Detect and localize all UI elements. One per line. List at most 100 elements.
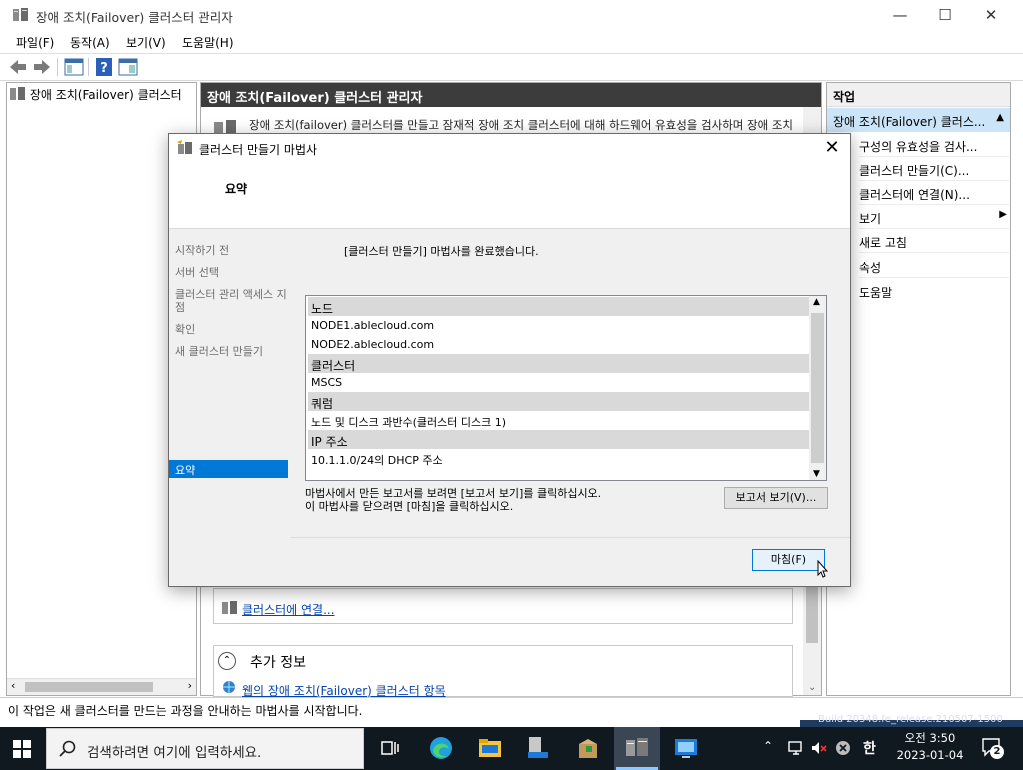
failover-cluster-manager-icon[interactable] <box>623 734 651 762</box>
action-properties[interactable]: 속성 <box>859 254 1009 278</box>
collapse-up-icon[interactable]: ▲ <box>996 112 1004 123</box>
center-header: 장애 조치(Failover) 클러스터 관리자 <box>201 83 821 107</box>
file-explorer-icon[interactable] <box>476 734 504 762</box>
step-create-new-cluster[interactable]: 새 클러스터 만들기 <box>175 345 290 358</box>
menu-action[interactable]: 동작(A) <box>70 34 110 51</box>
action-validate-configuration[interactable]: 구성의 유효성을 검사... <box>859 133 1009 157</box>
wizard-steps-nav: 시작하기 전 서버 선택 클러스터 관리 액세스 지점 확인 새 클러스터 만들… <box>169 229 290 586</box>
scroll-up-icon[interactable]: ▲ <box>813 297 820 307</box>
actions-header: 작업 <box>827 83 1010 107</box>
summary-value: 10.1.1.0/24의 DHCP 주소 <box>311 454 443 467</box>
remote-desktop-icon[interactable] <box>672 734 700 762</box>
footer-divider <box>290 537 850 538</box>
volume-muted-icon[interactable] <box>810 739 828 757</box>
windows-start-icon[interactable] <box>13 740 31 758</box>
horizontal-scrollbar[interactable]: ‹ › <box>7 678 196 695</box>
wizard-step-heading: 요약 <box>225 182 248 196</box>
cluster-icon <box>10 87 25 100</box>
completion-message: [클러스터 만들기] 마법사를 완료했습니다. <box>344 245 539 258</box>
dialog-title: 클러스터 만들기 마법사 <box>199 143 318 157</box>
more-info-box: ⌃ 추가 정보 웹의 장애 조치(Failover) 클러스터 항목 <box>213 645 793 698</box>
connect-cluster-link[interactable]: 클러스터에 연결... <box>242 601 335 618</box>
scroll-right-icon[interactable]: › <box>188 679 192 692</box>
title-bar: 장애 조치(Failover) 클러스터 관리자 — ☐ ✕ <box>0 0 1023 30</box>
network-icon[interactable] <box>787 739 805 757</box>
notification-count-badge: 2 <box>990 745 1004 759</box>
menu-file[interactable]: 파일(F) <box>16 34 54 51</box>
package-icon[interactable] <box>574 734 602 762</box>
action-help[interactable]: 도움말 <box>859 279 1009 303</box>
server-manager-icon[interactable] <box>524 734 552 762</box>
step-confirmation[interactable]: 확인 <box>175 323 290 336</box>
action-create-cluster[interactable]: 클러스터 만들기(C)... <box>859 157 1009 181</box>
minimize-button[interactable]: — <box>877 0 923 30</box>
actions-box: 클러스터에 연결... <box>213 588 793 624</box>
tree-node-failover-cluster[interactable]: 장애 조치(Failover) 클러스터 <box>10 86 182 103</box>
cluster-manager-icon <box>13 8 28 21</box>
edge-browser-icon[interactable] <box>427 734 455 762</box>
menu-help[interactable]: 도움말(H) <box>182 34 234 51</box>
summary-value: NODE1.ablecloud.com <box>311 319 435 332</box>
tree-node-label: 장애 조치(Failover) 클러스터 <box>29 88 182 102</box>
action-pane-icon[interactable] <box>118 57 138 77</box>
summary-value: NODE2.ablecloud.com <box>311 338 435 351</box>
action-view[interactable]: 보기 ▶ <box>859 205 1009 229</box>
collapse-icon[interactable]: ⌃ <box>218 652 236 670</box>
error-status-icon[interactable] <box>834 739 852 757</box>
summary-group-header: 노드 <box>308 297 810 316</box>
more-info-title: 추가 정보 <box>250 655 306 671</box>
scroll-left-icon[interactable]: ‹ <box>11 679 15 692</box>
show-hide-tree-icon[interactable] <box>64 57 84 77</box>
clock-time: 오전 3:50 <box>904 731 956 745</box>
actions-section-label: 장애 조치(Failover) 클러스... <box>833 115 986 129</box>
summary-list: 노드 NODE1.ablecloud.com NODE2.ablecloud.c… <box>305 295 827 481</box>
actions-pane: 작업 장애 조치(Failover) 클러스... ▲ 구성의 유효성을 검사.… <box>826 82 1011 696</box>
finish-hint-line: 이 마법사를 닫으려면 [마침]을 클릭하십시오. <box>305 500 514 513</box>
toolbar-divider <box>88 58 89 76</box>
scroll-down-icon[interactable]: ▼ <box>813 469 820 479</box>
close-button[interactable]: ✕ <box>968 0 1014 30</box>
tray-overflow-icon[interactable]: ⌃ <box>763 739 773 753</box>
back-arrow-icon[interactable] <box>8 57 28 77</box>
taskbar: 검색하려면 여기에 입력하세요. ⌃ 한 오전 3:50 2023-01-04 … <box>0 727 1023 770</box>
report-hint-line: 마법사에서 만든 보고서를 보려면 [보고서 보기]를 클릭하십시오. <box>305 487 602 500</box>
finish-button[interactable]: 마침(F) <box>752 549 825 571</box>
summary-group-header: 쿼럼 <box>308 392 810 411</box>
step-access-point[interactable]: 클러스터 관리 액세스 지점 <box>175 288 287 314</box>
scroll-down-icon[interactable]: ⌄ <box>808 682 816 693</box>
step-before-you-begin[interactable]: 시작하기 전 <box>175 244 290 257</box>
menu-bar: 파일(F) 동작(A) 보기(V) 도움말(H) <box>0 30 1023 54</box>
summary-group-header: IP 주소 <box>308 430 810 449</box>
action-refresh[interactable]: 새로 고침 <box>859 229 1009 253</box>
overview-description: 장애 조치(failover) 클러스터를 만들고 잠재적 장애 조치 클러스터… <box>249 118 793 132</box>
svg-text:?: ? <box>100 61 108 76</box>
view-report-button[interactable]: 보고서 보기(V)... <box>724 487 828 509</box>
clock[interactable]: 오전 3:50 2023-01-04 <box>888 730 972 764</box>
actions-section-failover-cluster[interactable]: 장애 조치(Failover) 클러스... ▲ <box>827 108 1010 132</box>
connect-cluster-icon <box>222 601 237 614</box>
step-summary[interactable]: 요약 <box>169 460 288 478</box>
dialog-close-button[interactable]: ✕ <box>822 136 842 160</box>
build-watermark: Build 20348.fe_release.210507-1500 <box>818 714 1003 725</box>
window-title: 장애 조치(Failover) 클러스터 관리자 <box>36 10 233 25</box>
maximize-button[interactable]: ☐ <box>922 0 968 30</box>
action-view-label: 보기 <box>859 212 882 226</box>
taskbar-search-box[interactable]: 검색하려면 여기에 입력하세요. <box>46 728 364 769</box>
mouse-cursor-icon <box>817 560 829 578</box>
step-select-servers[interactable]: 서버 선택 <box>175 266 290 279</box>
action-connect-cluster[interactable]: 클러스터에 연결(N)... <box>859 181 1009 205</box>
create-cluster-wizard: 클러스터 만들기 마법사 ✕ 요약 시작하기 전 서버 선택 클러스터 관리 액… <box>168 133 851 587</box>
forward-arrow-icon[interactable] <box>32 57 52 77</box>
help-icon[interactable]: ? <box>94 57 114 77</box>
summary-scrollbar[interactable]: ▲ ▼ <box>809 296 826 480</box>
summary-group-header: 클러스터 <box>308 354 810 373</box>
toolbar: ? <box>0 54 1023 81</box>
task-view-icon[interactable] <box>376 734 404 762</box>
scroll-thumb[interactable] <box>25 682 153 692</box>
menu-view[interactable]: 보기(V) <box>126 34 166 51</box>
toolbar-divider <box>57 58 58 76</box>
ime-indicator[interactable]: 한 <box>863 738 876 758</box>
scroll-thumb[interactable] <box>811 313 824 463</box>
report-hint: 마법사에서 만든 보고서를 보려면 [보고서 보기]를 클릭하십시오. 이 마법… <box>305 487 601 513</box>
clock-date: 2023-01-04 <box>896 748 964 762</box>
